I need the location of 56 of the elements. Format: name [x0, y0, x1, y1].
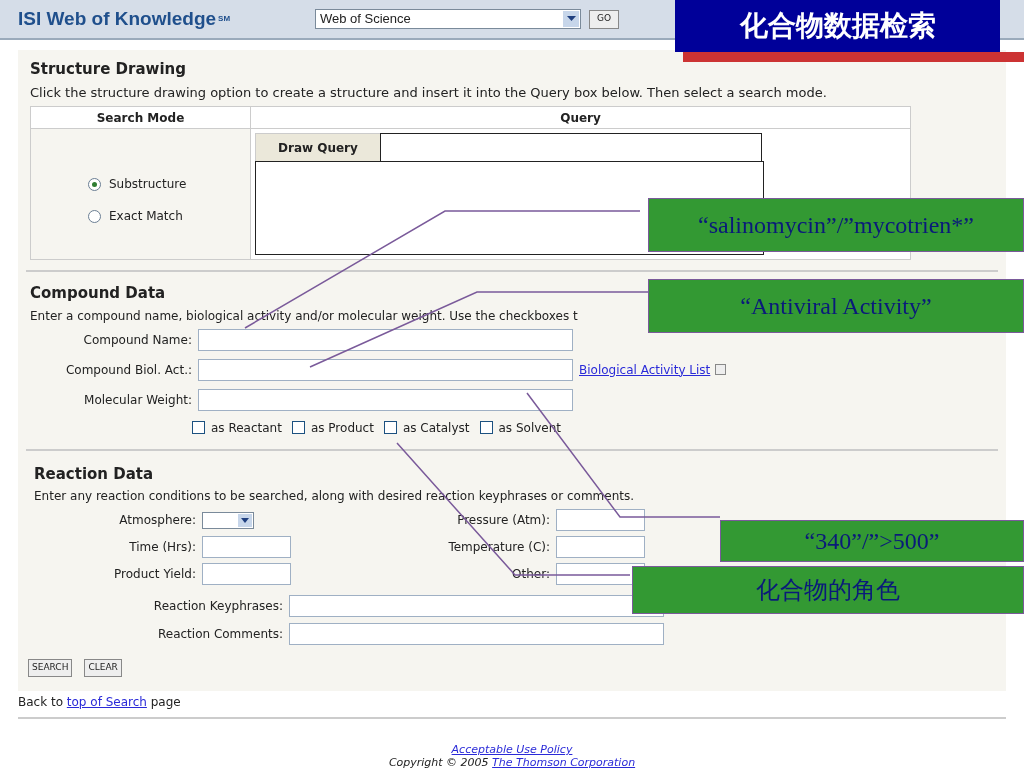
- checkbox-label: as Catalyst: [402, 419, 470, 437]
- callout-text: 化合物的角色: [756, 576, 900, 605]
- slide-title: 化合物数据检索: [739, 8, 936, 44]
- column-header: Search Mode: [31, 107, 251, 128]
- input-field[interactable]: [198, 328, 573, 351]
- field-label: Atmosphere:: [118, 512, 197, 529]
- field-label: Other:: [511, 566, 551, 583]
- section-hint: Click the structure drawing option to create a structure and insert it into the Query box below. Then select a search mode.: [30, 83, 827, 102]
- input-field[interactable]: [202, 536, 291, 558]
- input-field[interactable]: [289, 623, 664, 645]
- radio-button[interactable]: [88, 177, 101, 191]
- input-field[interactable]: [198, 388, 573, 411]
- radio-button[interactable]: [88, 209, 101, 223]
- checkbox[interactable]: [383, 421, 397, 434]
- copyright-text: Copyright © 2005 The Thomson Corporation: [388, 756, 636, 768]
- callout-text: “340”/”>500”: [804, 527, 940, 556]
- checkbox[interactable]: [291, 421, 305, 434]
- field-label: Time (Hrs):: [128, 539, 197, 556]
- go-button[interactable]: GO: [589, 9, 620, 29]
- draw-query-tab[interactable]: Draw Query: [255, 133, 380, 161]
- clear-button[interactable]: CLEAR: [84, 659, 122, 677]
- field-label: Molecular Weight:: [83, 391, 193, 409]
- company-link[interactable]: The Thomson Corporation: [492, 756, 636, 768]
- database-select[interactable]: Web of Science: [315, 9, 581, 29]
- field-label: Product Yield:: [113, 566, 197, 583]
- field-label: Compound Biol. Act.:: [64, 361, 193, 379]
- input-field[interactable]: [289, 595, 664, 617]
- radio-label: Exact Match: [109, 208, 183, 225]
- section-title: Compound Data: [30, 283, 167, 304]
- biological-activity-link[interactable]: Biological Activity List: [579, 360, 711, 379]
- callout-text: “salinomycin”/”mycotrien*”: [698, 211, 974, 240]
- input-field[interactable]: [202, 563, 291, 585]
- input-field[interactable]: [556, 536, 645, 558]
- field-label: Reaction Keyphrases:: [152, 598, 284, 615]
- field-label: Reaction Comments:: [156, 626, 284, 643]
- input-field[interactable]: [556, 509, 645, 531]
- top-of-search-link[interactable]: top of Search: [66, 695, 147, 709]
- policy-link[interactable]: Acceptable Use Policy: [451, 743, 573, 756]
- checkbox-label: as Product: [310, 419, 374, 437]
- atmosphere-select[interactable]: [202, 511, 254, 529]
- field-label: Compound Name:: [82, 331, 193, 349]
- caret-icon: [238, 513, 252, 527]
- logo: ISI Web of Knowledge$^{SM}$: [18, 6, 232, 31]
- search-button[interactable]: SEARCH: [28, 659, 73, 677]
- checkbox[interactable]: [479, 421, 493, 434]
- back-text: Back to top of Search page: [18, 695, 181, 709]
- radio-label: Substructure: [109, 176, 187, 193]
- input-field[interactable]: [198, 358, 573, 381]
- checkbox-label: as Reactant: [211, 419, 282, 437]
- popup-icon: [715, 364, 727, 375]
- checkbox[interactable]: [192, 421, 205, 434]
- section-title: Structure Drawing: [30, 59, 187, 80]
- section-title: Reaction Data: [34, 463, 155, 485]
- callout-text: “Antiviral Activity”: [740, 292, 932, 321]
- caret-icon: [563, 11, 579, 27]
- column-header: Query: [559, 110, 602, 127]
